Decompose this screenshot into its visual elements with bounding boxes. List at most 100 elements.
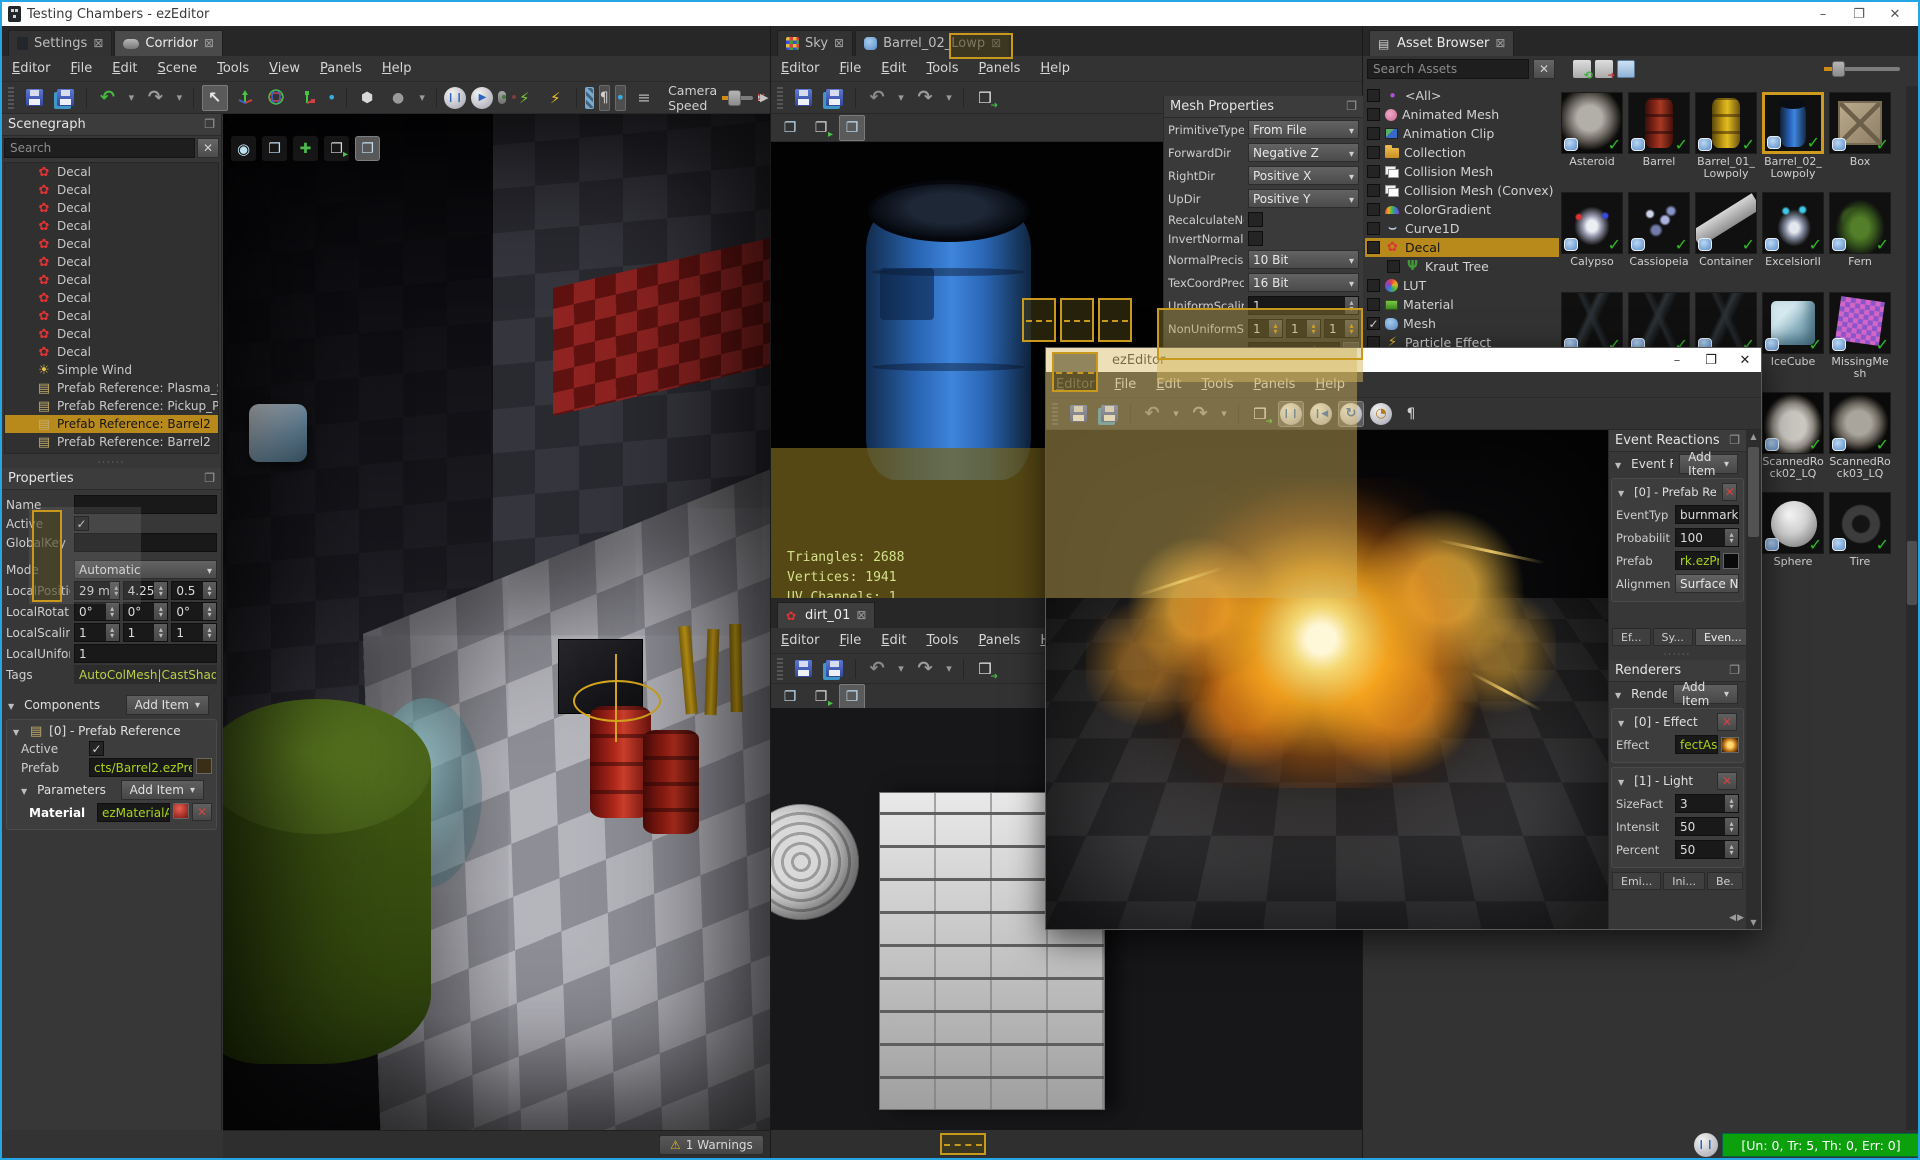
- redo-button[interactable]: [1187, 401, 1213, 427]
- save-all-button[interactable]: [821, 85, 847, 111]
- panel-splitter[interactable]: [2, 456, 221, 468]
- run-project-button[interactable]: [542, 85, 568, 111]
- greyboxing-button[interactable]: [354, 85, 380, 111]
- type-filter-checkbox[interactable]: [1367, 146, 1380, 159]
- asset-type-item[interactable]: <All>: [1365, 86, 1559, 105]
- asset-thumbnail[interactable]: ✓: [1628, 192, 1690, 254]
- asset-thumbnail[interactable]: ✓: [1695, 92, 1757, 154]
- undo-dropdown-icon[interactable]: [895, 656, 907, 682]
- sphere-tool-button[interactable]: [385, 85, 411, 111]
- clear-search-icon[interactable]: [197, 138, 219, 158]
- simulation-speed-button[interactable]: [1370, 402, 1392, 425]
- asset-type-item[interactable]: Curve1D: [1365, 219, 1559, 238]
- scenegraph-item[interactable]: Decal: [5, 325, 218, 343]
- render-mode-toggle[interactable]: [584, 86, 594, 109]
- type-filter-checkbox[interactable]: [1367, 317, 1380, 330]
- undo-dropdown-icon[interactable]: [895, 85, 907, 111]
- pipeline-toggle[interactable]: [1398, 401, 1424, 427]
- layers-icon[interactable]: [262, 136, 287, 161]
- uniform-scale-field[interactable]: 1: [74, 644, 217, 663]
- asset-thumbnail[interactable]: ✓: [1829, 292, 1891, 354]
- asset-thumbnail[interactable]: ✓: [1561, 292, 1623, 354]
- copy-path-icon[interactable]: [1617, 60, 1635, 78]
- transform-asset-button[interactable]: [972, 656, 998, 682]
- tags-dropdown[interactable]: AutoColMesh|CastShadow: [74, 665, 217, 684]
- asset-type-item[interactable]: Material: [1365, 295, 1559, 314]
- asset-card[interactable]: ✓ MissingMesh: [1829, 292, 1891, 386]
- scenegraph-item[interactable]: Decal: [5, 307, 218, 325]
- save-all-button[interactable]: [1096, 401, 1122, 427]
- float-panel-icon[interactable]: [204, 117, 215, 132]
- scale-x-stepper[interactable]: 1: [74, 623, 120, 642]
- toolbar-grip[interactable]: [777, 86, 783, 109]
- camera-speed-slider[interactable]: [722, 89, 753, 106]
- asset-thumbnail[interactable]: ✓: [1762, 392, 1824, 454]
- pause-log-button[interactable]: [1694, 1133, 1718, 1157]
- panel-tab[interactable]: Even...: [1694, 628, 1751, 646]
- property-stepper[interactable]: 50: [1675, 817, 1739, 836]
- transform-asset-button[interactable]: [972, 85, 998, 111]
- scenegraph-item[interactable]: Prefab Reference: Pickup_P: [5, 397, 218, 415]
- asset-card[interactable]: ✓ Calypso: [1561, 192, 1623, 286]
- asset-card[interactable]: ✓ Box: [1829, 92, 1891, 186]
- panel-tab[interactable]: Emi...: [1612, 872, 1662, 890]
- asset-type-item[interactable]: Collision Mesh (Convex): [1365, 181, 1559, 200]
- screenshot-icon[interactable]: [355, 136, 380, 161]
- scenegraph-item[interactable]: Simple Wind: [5, 361, 218, 379]
- property-dropdown[interactable]: From File: [1248, 120, 1359, 139]
- tab-sky[interactable]: Sky: [777, 30, 854, 56]
- type-filter-checkbox[interactable]: [1367, 203, 1380, 216]
- pipeline-toggle[interactable]: [598, 84, 610, 111]
- close-button[interactable]: ✕: [1737, 350, 1753, 370]
- asset-type-item[interactable]: Kraut Tree: [1365, 257, 1559, 276]
- gamepad-icon[interactable]: [498, 91, 507, 104]
- prefab-asset-field[interactable]: cts/Barrel2.ezPrefab: [89, 758, 193, 777]
- property-dropdown[interactable]: 10 Bit: [1248, 250, 1359, 269]
- close-tab-icon[interactable]: [834, 36, 844, 51]
- menu-item[interactable]: Help: [382, 61, 412, 76]
- scenegraph-search-input[interactable]: [4, 138, 195, 158]
- undo-button[interactable]: [94, 85, 120, 111]
- collapse-icon[interactable]: [13, 724, 23, 738]
- property-dropdown[interactable]: Positive X: [1248, 166, 1359, 185]
- save-all-button[interactable]: [821, 656, 847, 682]
- asset-scrollbar[interactable]: [1906, 86, 1918, 1130]
- asset-type-item[interactable]: Decal: [1365, 238, 1559, 257]
- collapse-icon[interactable]: [1615, 687, 1625, 701]
- save-button[interactable]: [790, 85, 816, 111]
- type-filter-checkbox[interactable]: [1367, 165, 1380, 178]
- scenegraph-item[interactable]: Prefab Reference: Barrel2: [5, 433, 218, 451]
- type-filter-checkbox[interactable]: [1367, 241, 1380, 254]
- collapse-icon[interactable]: [1618, 715, 1628, 729]
- prefab-swatch[interactable]: [196, 758, 212, 774]
- type-filter-checkbox[interactable]: [1367, 279, 1380, 292]
- menu-item[interactable]: Editor: [12, 61, 50, 76]
- scenegraph-item[interactable]: Decal: [5, 181, 218, 199]
- type-filter-checkbox[interactable]: [1367, 108, 1380, 121]
- menu-item[interactable]: Editor: [781, 633, 819, 648]
- expand-viewport-icon[interactable]: [293, 136, 318, 161]
- thumbnail-size-slider[interactable]: [1824, 61, 1900, 77]
- remove-renderer-button[interactable]: [1717, 713, 1737, 731]
- collapse-icon[interactable]: [8, 698, 18, 712]
- undo-button[interactable]: [864, 85, 890, 111]
- asset-card[interactable]: ✓ ScannedRock02_LQ: [1762, 392, 1824, 486]
- remove-material-button[interactable]: [192, 803, 212, 821]
- float-panel-icon[interactable]: [1729, 433, 1740, 448]
- screenshot-icon[interactable]: [839, 114, 865, 141]
- toolbar-grip[interactable]: [1052, 402, 1058, 425]
- property-stepper[interactable]: 100: [1675, 528, 1739, 547]
- asset-card[interactable]: ✓ Sphere: [1762, 492, 1824, 586]
- type-filter-checkbox[interactable]: [1367, 184, 1380, 197]
- panel-splitter[interactable]: [1609, 648, 1746, 660]
- panel-tab[interactable]: Ef...: [1612, 628, 1651, 646]
- mute-speaker-icon[interactable]: ×: [756, 90, 766, 106]
- restart-effect-button[interactable]: [1310, 402, 1332, 425]
- add-renderer-button[interactable]: Add Item: [1672, 680, 1738, 708]
- layers-icon[interactable]: [777, 684, 803, 710]
- add-parameter-button[interactable]: Add Item: [120, 780, 204, 800]
- add-component-button[interactable]: Add Item: [125, 695, 209, 715]
- asset-card[interactable]: ✓ Cassiopeia: [1628, 192, 1690, 286]
- tab-asset-browser[interactable]: Asset Browser: [1369, 30, 1515, 56]
- rotation-y-stepper[interactable]: 0°: [122, 602, 169, 621]
